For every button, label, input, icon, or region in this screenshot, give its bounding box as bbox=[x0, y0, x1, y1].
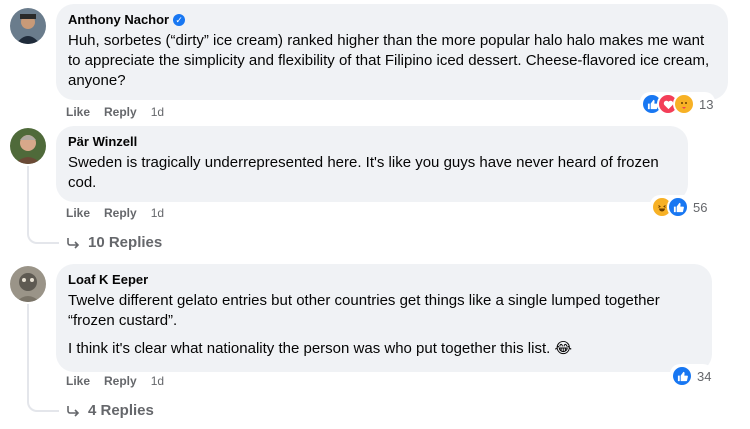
author-name-row: Anthony Nachor ✓ bbox=[68, 12, 716, 28]
avatar[interactable] bbox=[10, 8, 46, 44]
thread-line bbox=[27, 166, 29, 228]
author-name[interactable]: Loaf K Eeper bbox=[68, 272, 148, 288]
reply-button[interactable]: Reply bbox=[104, 206, 137, 220]
thread-connector bbox=[27, 396, 59, 412]
like-button[interactable]: Like bbox=[66, 105, 90, 119]
author-name[interactable]: Anthony Nachor bbox=[68, 12, 169, 28]
like-button[interactable]: Like bbox=[66, 206, 90, 220]
comment-paragraph: Sweden is tragically underrepresented he… bbox=[68, 154, 659, 191]
comment-actions: Like Reply 1d bbox=[66, 105, 164, 119]
replies-count-label: 4 Replies bbox=[88, 402, 154, 419]
reply-arrow-icon bbox=[67, 237, 80, 249]
reaction-summary[interactable]: 13 bbox=[640, 92, 716, 116]
comment-bubble: Anthony Nachor ✓ Huh, sorbetes (“dirty” … bbox=[56, 4, 728, 100]
comment-bubble: Loaf K Eeper Twelve different gelato ent… bbox=[56, 264, 712, 372]
thread-line bbox=[27, 304, 29, 396]
comment-bubble: Pär Winzell Sweden is tragically underre… bbox=[56, 126, 688, 202]
thumbs-up-icon bbox=[667, 196, 689, 218]
reaction-count: 56 bbox=[693, 199, 708, 215]
avatar[interactable] bbox=[10, 128, 46, 164]
like-button[interactable]: Like bbox=[66, 374, 90, 388]
view-replies-link[interactable]: 10 Replies bbox=[66, 234, 162, 251]
comment-paragraph: I think it's clear what nationality the … bbox=[68, 340, 572, 357]
author-name[interactable]: Pär Winzell bbox=[68, 134, 137, 150]
reaction-summary[interactable]: 34 bbox=[670, 364, 714, 388]
comment-paragraph: Twelve different gelato entries but othe… bbox=[68, 292, 660, 329]
thumbs-up-icon bbox=[671, 365, 693, 387]
comment-text: Huh, sorbetes (“dirty” ice cream) ranked… bbox=[68, 31, 716, 91]
comment-actions: Like Reply 1d bbox=[66, 374, 164, 388]
timestamp[interactable]: 1d bbox=[151, 374, 164, 388]
author-name-row: Loaf K Eeper bbox=[68, 272, 700, 288]
avatar[interactable] bbox=[10, 266, 46, 302]
reaction-count: 13 bbox=[699, 96, 714, 112]
comment-actions: Like Reply 1d bbox=[66, 206, 164, 220]
comment-text: Twelve different gelato entries but othe… bbox=[68, 291, 700, 359]
reply-button[interactable]: Reply bbox=[104, 374, 137, 388]
author-name-row: Pär Winzell bbox=[68, 134, 676, 150]
timestamp[interactable]: 1d bbox=[151, 105, 164, 119]
comment-text: Sweden is tragically underrepresented he… bbox=[68, 153, 676, 193]
reply-arrow-icon bbox=[67, 405, 80, 417]
reaction-summary[interactable]: 56 bbox=[650, 195, 710, 219]
verified-badge-icon: ✓ bbox=[173, 14, 186, 26]
comment-paragraph: Huh, sorbetes (“dirty” ice cream) ranked… bbox=[68, 32, 710, 89]
reply-button[interactable]: Reply bbox=[104, 105, 137, 119]
timestamp[interactable]: 1d bbox=[151, 206, 164, 220]
thread-connector bbox=[27, 228, 59, 244]
replies-count-label: 10 Replies bbox=[88, 234, 163, 251]
reaction-count: 34 bbox=[697, 368, 712, 384]
care-icon bbox=[673, 93, 695, 115]
view-replies-link[interactable]: 4 Replies bbox=[66, 402, 154, 419]
